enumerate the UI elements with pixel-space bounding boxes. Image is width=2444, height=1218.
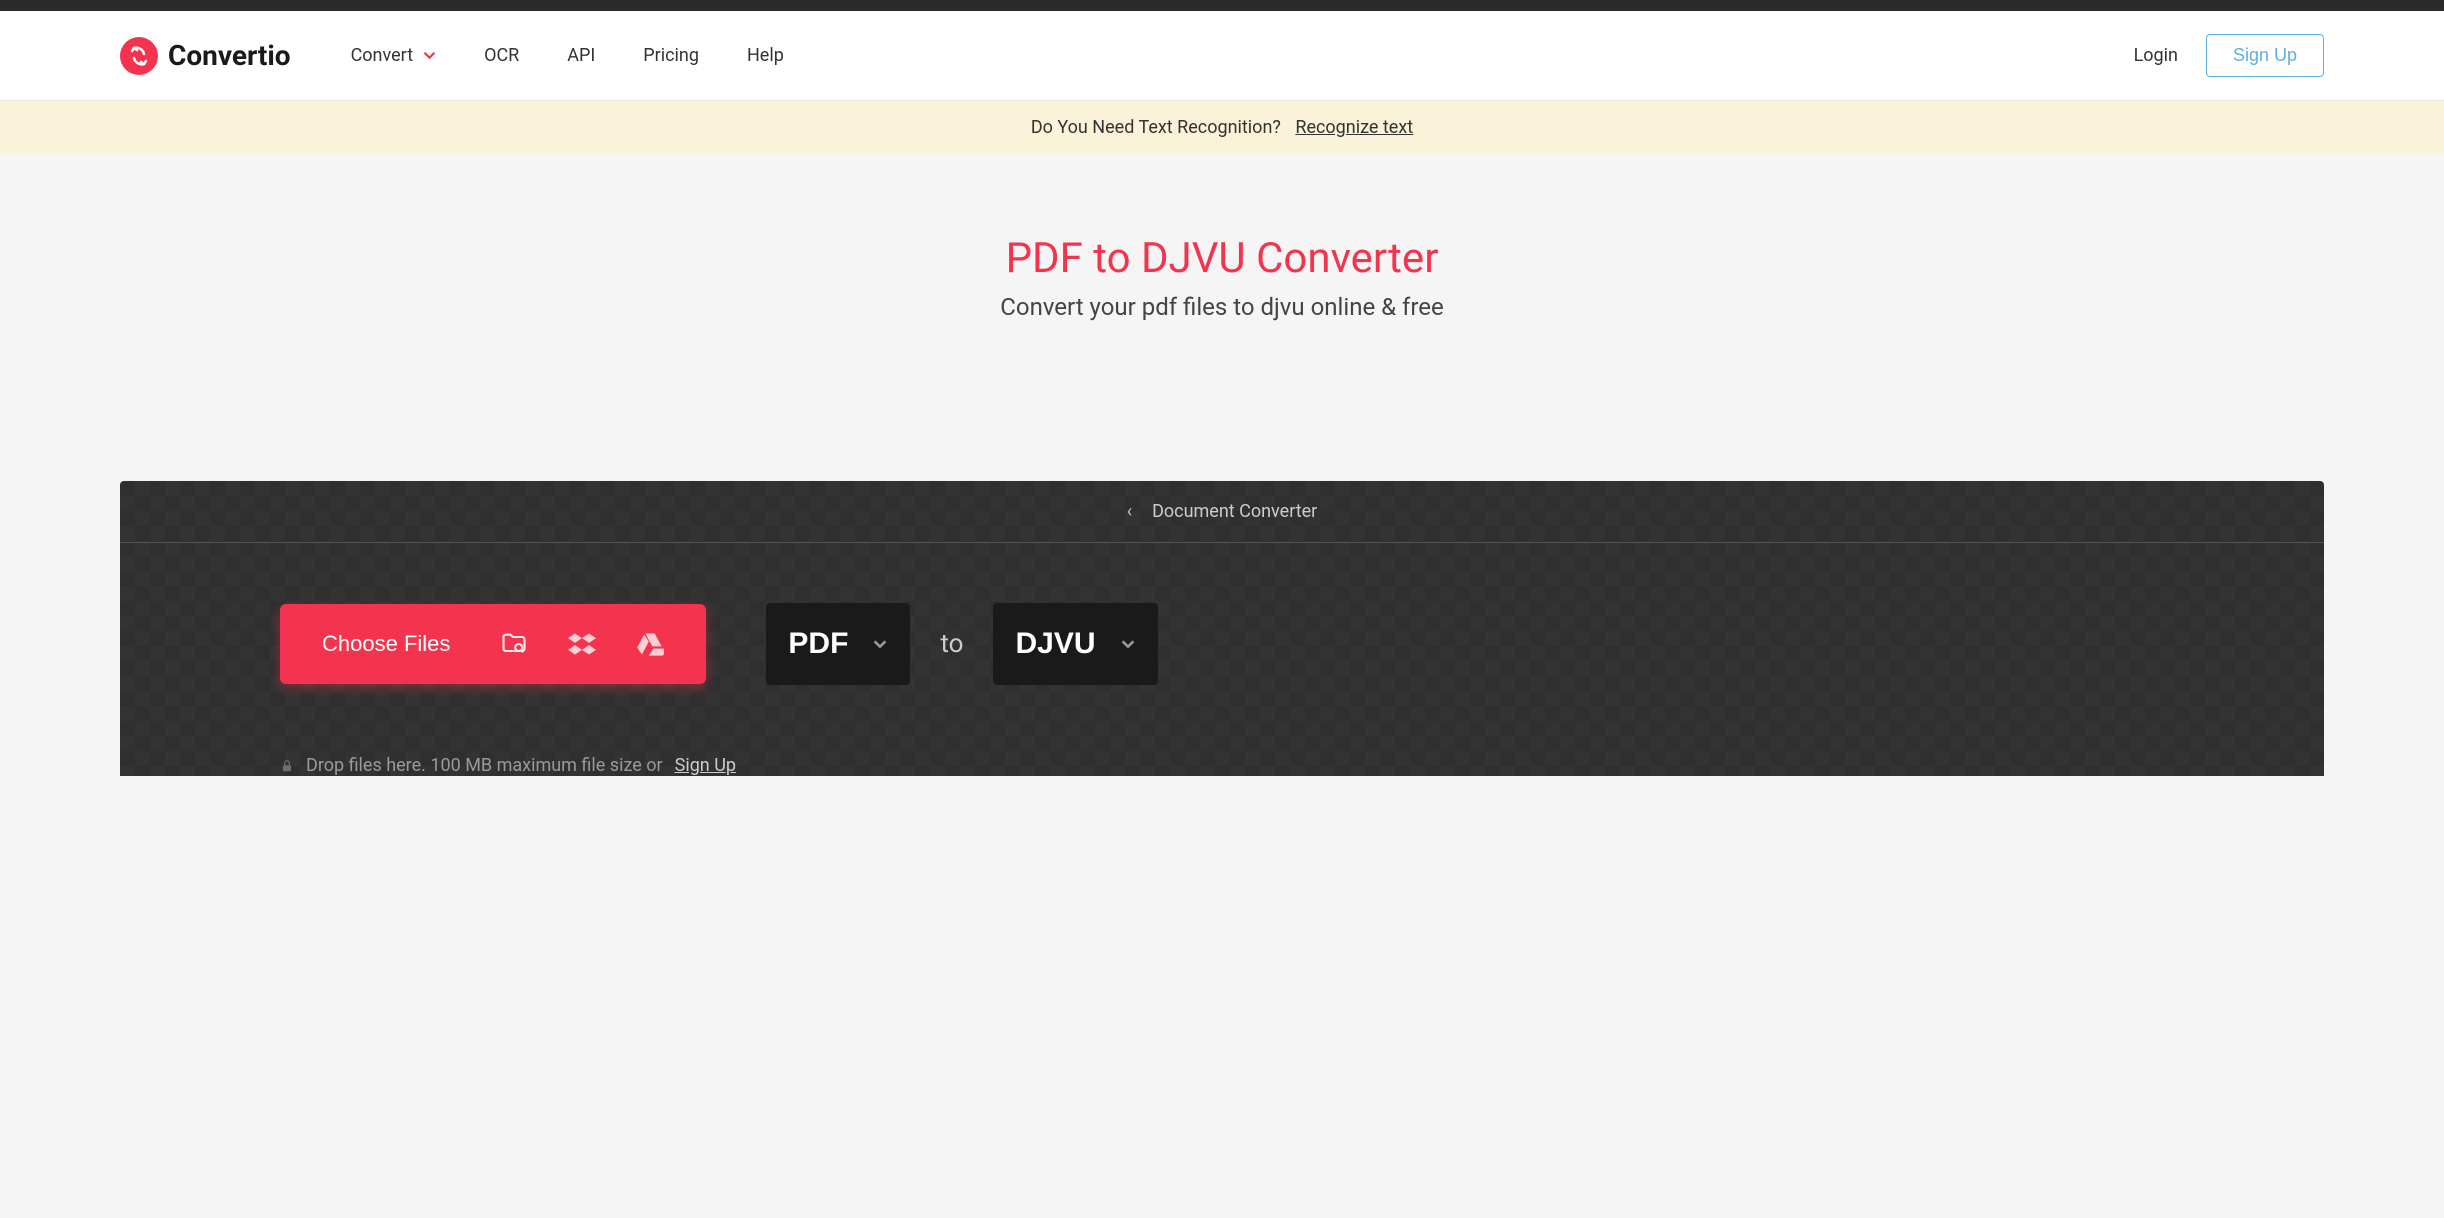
folder-browse-icon[interactable] [500, 630, 528, 658]
format-row: PDF to DJVU [766, 603, 1157, 685]
ocr-banner: Do You Need Text Recognition? Recognize … [0, 101, 2444, 154]
primary-nav: Convert OCR API Pricing Help [351, 45, 2134, 66]
panel-body: Choose Files PDF to DJVU [120, 543, 2324, 725]
login-link[interactable]: Login [2134, 45, 2178, 66]
nav-help[interactable]: Help [747, 45, 784, 66]
signup-button[interactable]: Sign Up [2206, 34, 2324, 77]
banner-text: Do You Need Text Recognition? [1031, 117, 1281, 138]
panel-header: ‹ Document Converter [120, 481, 2324, 543]
from-format-select[interactable]: PDF [766, 603, 910, 685]
chevron-down-icon [423, 49, 436, 62]
page-subtitle: Convert your pdf files to djvu online & … [0, 293, 2444, 321]
converter-panel: ‹ Document Converter Choose Files PDF to… [120, 481, 2324, 776]
breadcrumb-label[interactable]: Document Converter [1152, 501, 1317, 522]
to-label: to [940, 629, 963, 659]
to-format-select[interactable]: DJVU [993, 603, 1157, 685]
nav-api[interactable]: API [567, 45, 595, 66]
to-format-label: DJVU [1015, 627, 1095, 661]
browser-chrome-strip [0, 0, 2444, 11]
banner-link[interactable]: Recognize text [1295, 117, 1413, 138]
source-icons [500, 630, 664, 658]
chevron-down-icon [1120, 636, 1136, 652]
chevron-left-icon[interactable]: ‹ [1127, 501, 1132, 522]
from-format-label: PDF [788, 627, 848, 661]
nav-convert-label: Convert [351, 45, 414, 66]
choose-files-label: Choose Files [322, 631, 450, 657]
google-drive-icon[interactable] [636, 630, 664, 658]
nav-convert[interactable]: Convert [351, 45, 437, 66]
choose-files-group: Choose Files [280, 604, 706, 684]
logo[interactable]: Convertio [120, 37, 291, 75]
dropzone-text: Drop files here. 100 MB maximum file siz… [306, 755, 663, 776]
choose-files-button[interactable]: Choose Files [280, 604, 706, 684]
page-title: PDF to DJVU Converter [0, 234, 2444, 283]
dropzone-signup-link[interactable]: Sign Up [675, 755, 736, 776]
main-header: Convertio Convert OCR API Pricing Help L… [0, 11, 2444, 101]
nav-pricing[interactable]: Pricing [643, 45, 699, 66]
lock-icon [280, 759, 294, 773]
logo-icon [120, 37, 158, 75]
chevron-down-icon [872, 636, 888, 652]
dropzone-hint: Drop files here. 100 MB maximum file siz… [120, 755, 2324, 776]
brand-text: Convertio [168, 39, 291, 72]
hero-section: PDF to DJVU Converter Convert your pdf f… [0, 154, 2444, 481]
auth-nav: Login Sign Up [2134, 34, 2324, 77]
nav-ocr[interactable]: OCR [484, 45, 519, 66]
dropbox-icon[interactable] [568, 630, 596, 658]
